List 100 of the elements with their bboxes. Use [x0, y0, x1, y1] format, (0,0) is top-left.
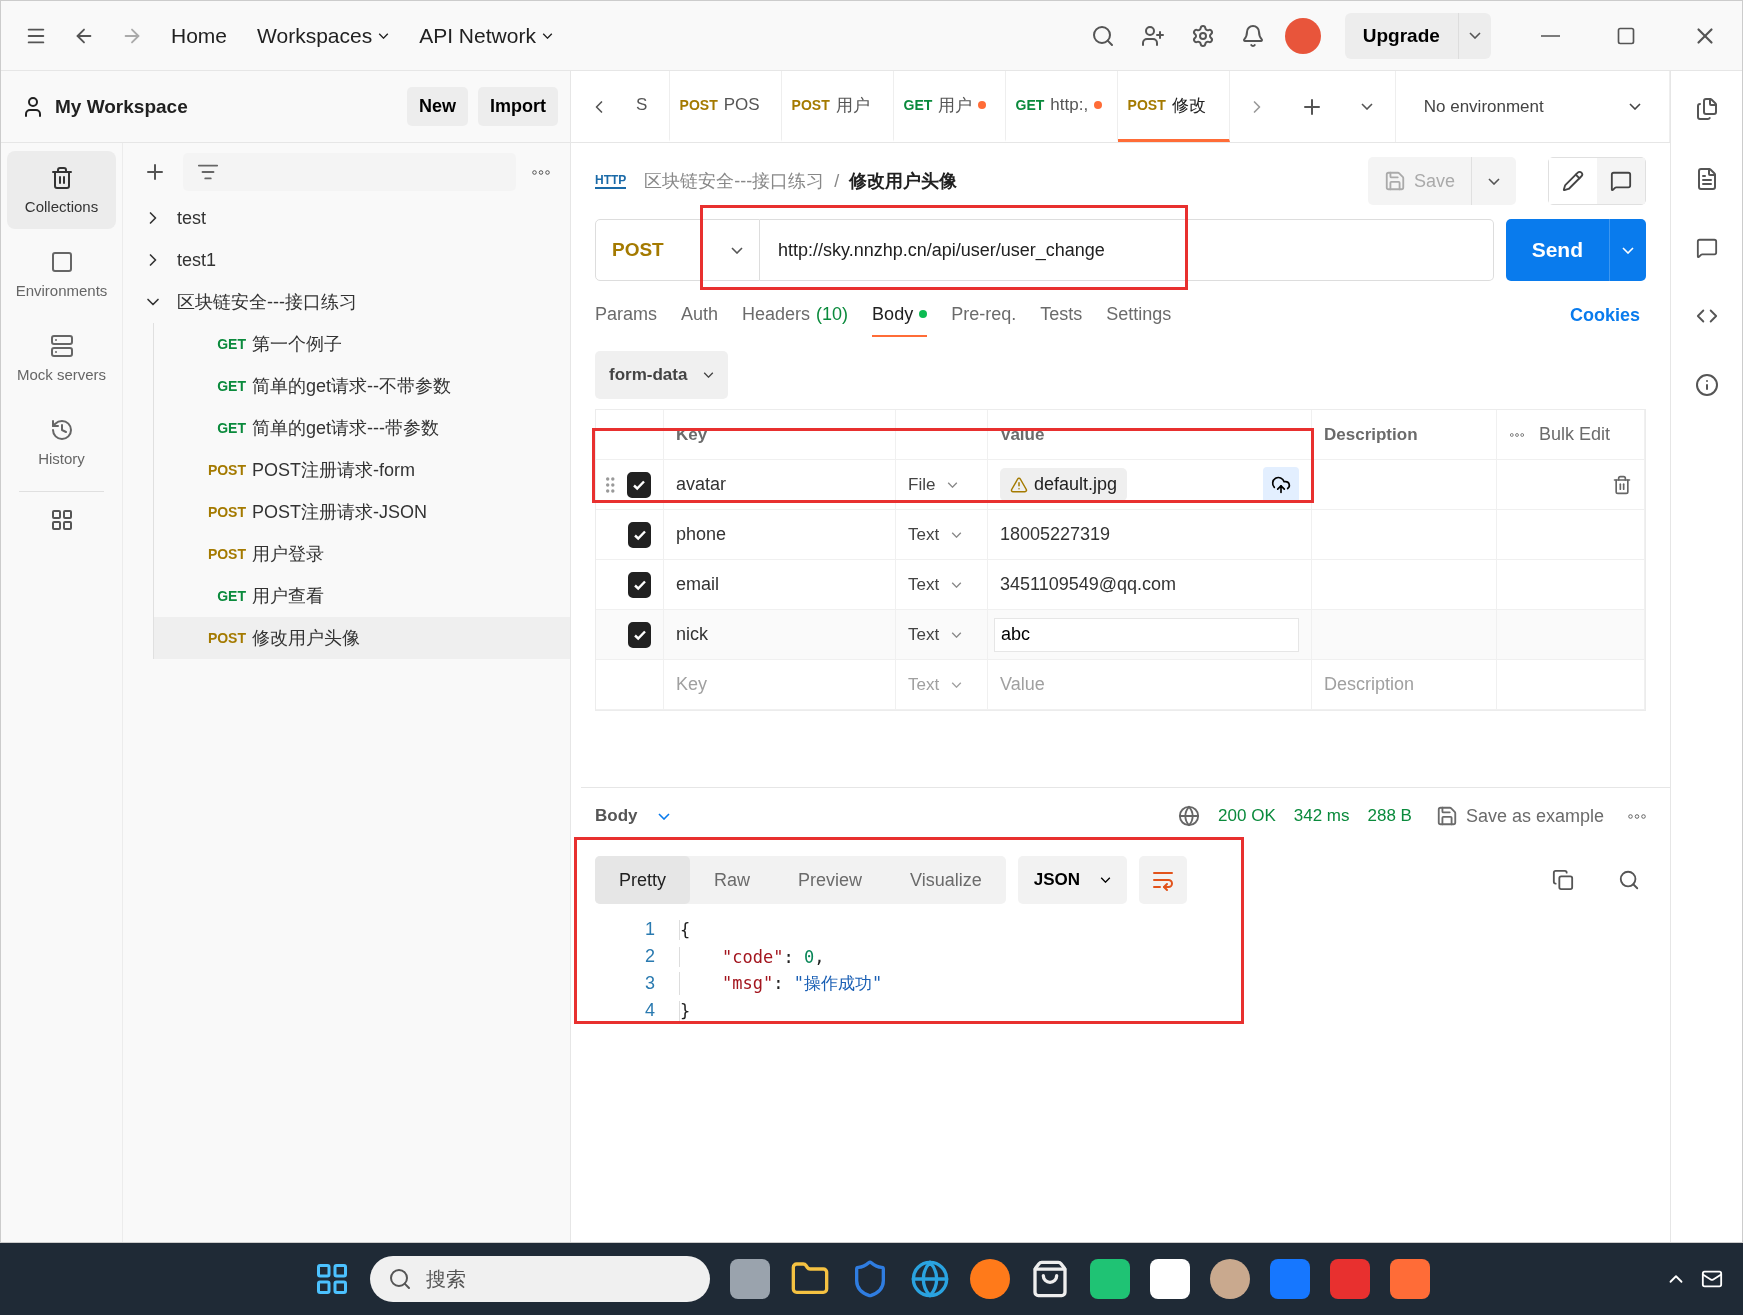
row-checkbox[interactable] [628, 571, 651, 598]
app-icon[interactable] [1209, 1259, 1250, 1299]
request-tab[interactable]: GET http:, [1005, 71, 1118, 142]
history-icon [49, 417, 74, 442]
nav-menu[interactable]: Home [163, 17, 236, 54]
cookies-link[interactable]: Cookies [1563, 303, 1646, 327]
search-icon [1618, 869, 1640, 891]
request-item[interactable]: POST POST注册请求-JSON [154, 491, 570, 533]
comment-icon [1610, 170, 1632, 192]
chevron-down-icon [1100, 877, 1112, 883]
upload-button[interactable] [1263, 466, 1299, 503]
cloud-upload-icon [1271, 474, 1291, 495]
type-select[interactable]: Text [908, 524, 963, 545]
request-tab[interactable]: GET 用户 [893, 71, 1006, 142]
save-example-button[interactable]: Save as example [1429, 804, 1610, 828]
request-item[interactable]: POST 修改用户头像 [154, 617, 570, 659]
value-text: 3451109549@qq.com [1000, 574, 1177, 595]
sidebar-rail-item[interactable]: History [7, 403, 116, 481]
request-tab[interactable]: POST 用户 [781, 71, 894, 142]
request-item[interactable]: GET 用户查看 [154, 575, 570, 617]
request-section-tab[interactable]: Headers (10) [742, 293, 849, 337]
view-tab[interactable]: Preview [774, 856, 887, 904]
request-tab[interactable]: POST POS [669, 71, 782, 142]
breadcrumb-collection[interactable]: 区块链安全---接口练习 [644, 169, 825, 193]
more-icon [532, 169, 550, 175]
view-tab[interactable]: Pretty [595, 856, 690, 904]
square-icon [49, 249, 74, 274]
chevron-down-icon [657, 812, 670, 820]
mail-icon[interactable] [1701, 1268, 1723, 1290]
collection-item[interactable]: 区块链安全---接口练习 [177, 290, 357, 314]
request-section-tab[interactable]: Body [872, 293, 928, 337]
request-item[interactable]: GET 简单的get请求---带参数 [154, 407, 570, 449]
sidebar-rail-item[interactable]: Collections [7, 151, 116, 229]
size-text[interactable]: 288 B [1367, 806, 1412, 826]
view-tab[interactable]: Visualize [886, 856, 1006, 904]
request-item[interactable]: GET 简单的get请求--不带参数 [154, 365, 570, 407]
url-field[interactable]: http://sky.nnzhp.cn/api/user/user_change [760, 219, 1494, 281]
bulk-edit-link[interactable]: Bulk Edit [1539, 424, 1611, 445]
method-select[interactable]: POST [595, 219, 760, 281]
chevron-down-icon [1361, 103, 1374, 110]
environment-select[interactable]: No environment [1394, 71, 1670, 142]
workspace-title: My Workspace [55, 95, 189, 118]
sidebar-rail-item[interactable]: Mock servers [7, 319, 116, 397]
value-text: 18005227319 [1000, 524, 1111, 545]
nav-menu[interactable]: Workspaces [249, 17, 398, 54]
app-icon[interactable] [1149, 1259, 1190, 1299]
documents-icon [1694, 97, 1719, 121]
request-tab[interactable]: POST 修改 [1117, 71, 1230, 142]
comments-button[interactable] [1597, 158, 1645, 204]
user-plus-icon [1140, 23, 1165, 48]
row-checkbox[interactable] [628, 521, 651, 548]
file-chip[interactable]: default.jpg [1000, 468, 1128, 501]
request-section-tab[interactable]: Settings [1106, 293, 1172, 337]
request-section-tab[interactable]: Tests [1040, 293, 1083, 337]
collection-item[interactable]: test1 [177, 249, 217, 271]
app-icon[interactable] [1089, 1259, 1130, 1299]
chevron-down-icon [951, 631, 963, 638]
key-text: nick [676, 624, 708, 645]
maximize-icon [1616, 25, 1636, 46]
nav-menu[interactable]: API Network [411, 17, 561, 54]
workspace-button[interactable]: New [407, 87, 468, 126]
avatar[interactable] [1284, 17, 1321, 54]
format-select[interactable]: JSON [1017, 856, 1128, 904]
globe-icon[interactable] [1178, 805, 1201, 827]
wrap-button[interactable] [1139, 856, 1188, 904]
taskbar-search-field[interactable]: 搜索 [369, 1256, 710, 1302]
collection-item[interactable]: test [177, 207, 206, 229]
minimize-icon [1540, 34, 1560, 37]
key-text: avatar [676, 474, 727, 495]
filter-field[interactable] [183, 153, 516, 191]
type-select[interactable]: File [908, 474, 959, 495]
view-tab[interactable]: Raw [690, 856, 775, 904]
row-checkbox[interactable] [628, 621, 651, 648]
http-badge: HTTP [595, 173, 627, 189]
status-text[interactable]: 200 OK [1218, 806, 1276, 826]
line-number: 4 [644, 1000, 655, 1021]
request-section-tab[interactable]: Pre-req. [951, 293, 1017, 337]
request-tab[interactable]: S [626, 71, 670, 142]
type-select[interactable]: Text [908, 574, 963, 595]
chevron-down-icon [1629, 103, 1641, 110]
body-mode-select[interactable]: form-data [595, 351, 729, 399]
request-item[interactable]: POST 用户登录 [154, 533, 570, 575]
request-item[interactable]: POST POST注册请求-form [154, 449, 570, 491]
chevron-down-icon [541, 32, 553, 39]
code-line: "code": 0, [679, 946, 825, 967]
request-section-tab[interactable]: Params [595, 293, 657, 337]
bell-icon [1240, 23, 1265, 48]
row-checkbox[interactable] [626, 471, 651, 498]
request-item[interactable]: GET 第一个例子 [154, 323, 570, 365]
sidebar-rail-item[interactable]: Environments [7, 235, 116, 313]
request-section-tab[interactable]: Auth [681, 293, 719, 337]
type-select[interactable]: Text [908, 624, 963, 645]
chevron-down-icon [951, 531, 963, 538]
browser-icon[interactable] [909, 1259, 950, 1299]
time-text[interactable]: 342 ms [1293, 806, 1350, 826]
value-field[interactable]: abc [994, 617, 1299, 652]
workspace-button[interactable]: Import [478, 87, 558, 126]
delete-icon[interactable] [1612, 474, 1632, 495]
response-body-select[interactable]: Body [595, 806, 670, 826]
code-line: } [679, 1000, 691, 1021]
